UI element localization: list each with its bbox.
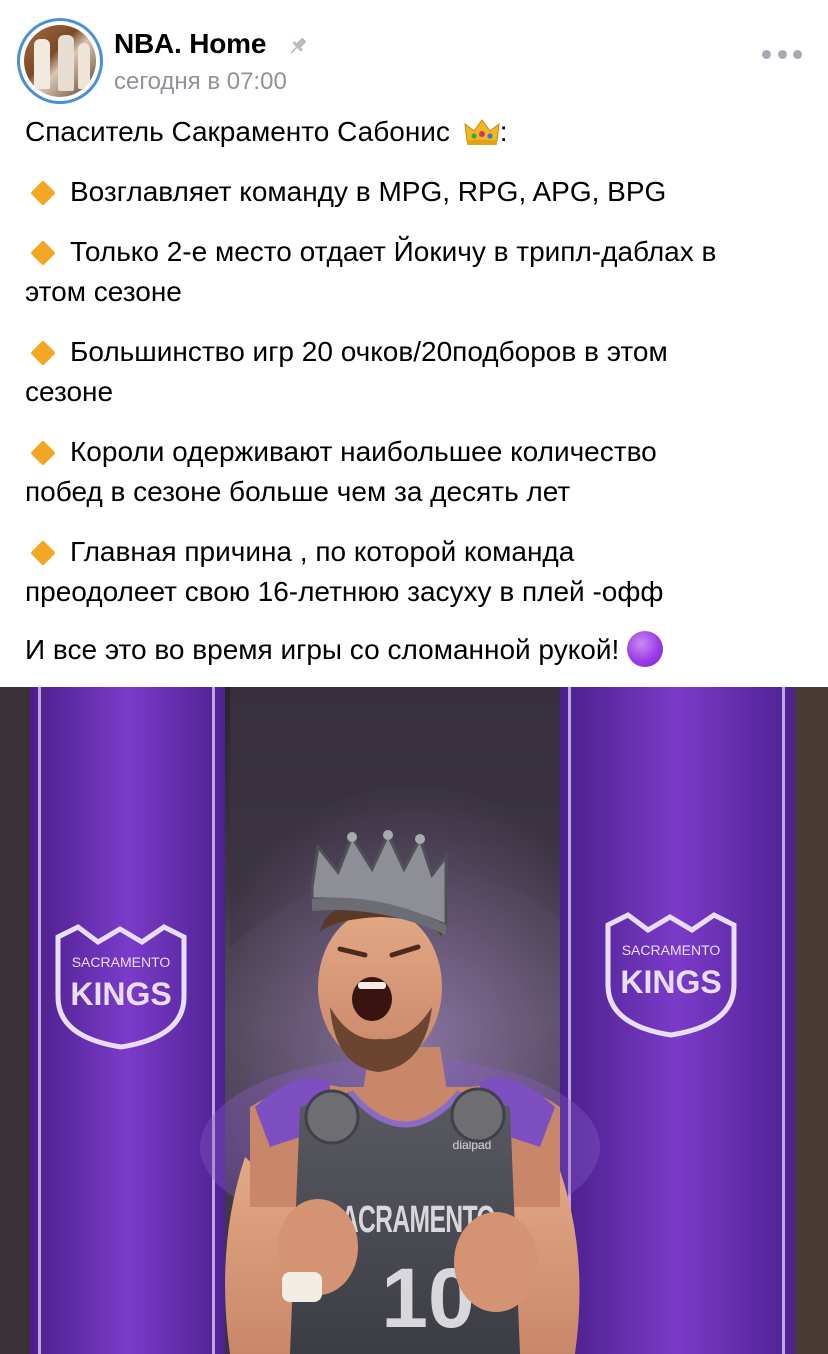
sabonis-king-illustration: SACRAMENTO KINGS SACRAMENTO KINGS SACRAM… [0, 687, 828, 1354]
orange-diamond-icon [30, 339, 56, 366]
crown-emoji-icon [464, 118, 500, 145]
avatar-image [24, 25, 96, 97]
more-dots-icon[interactable] [762, 44, 802, 64]
post-photo[interactable]: SACRAMENTO KINGS SACRAMENTO KINGS SACRAM… [0, 687, 828, 1354]
bullet-text: Большинство игр 20 очков/20подборов в эт… [70, 336, 668, 367]
bullet-item: Большинство игр 20 очков/20подборов в эт… [25, 332, 668, 372]
orange-diamond-icon [30, 539, 56, 566]
intro-suffix: : [499, 116, 508, 147]
bullet-text: Только 2-е место отдает Йокичу в трипл-д… [70, 236, 717, 267]
bullet-text: Возглавляет команду в MPG, RPG, APG, BPG [70, 176, 667, 207]
orange-diamond-icon [30, 179, 56, 206]
bullet-text-continued: побед в сезоне больше чем за десять лет [25, 476, 571, 507]
bullet-text: Короли одерживают наибольшее количество [70, 436, 657, 467]
bullet-text: Главная причина , по которой команда [70, 536, 575, 567]
svg-text:SACRAMENTO: SACRAMENTO [622, 942, 721, 958]
bullet-text-continued: этом сезоне [25, 276, 182, 307]
purple-circle-emoji-icon [627, 630, 664, 667]
post-intro: Спаситель Сакраменто Сабонис : [25, 112, 507, 152]
bullet-text-continued: преодолеет свою 16-летнюю засуху в плей … [25, 576, 664, 607]
svg-text:SACRAMENTO: SACRAMENTO [72, 954, 171, 970]
intro-text: Спаситель Сакраменто Сабонис [25, 116, 450, 147]
post-card: NBA. Home сегодня в 07:00 Спаситель Сакр… [0, 0, 828, 1354]
bullet-item: Только 2-е место отдает Йокичу в трипл-д… [25, 232, 716, 272]
group-avatar[interactable] [17, 18, 103, 104]
closing-text: И все это во время игры со сломанной рук… [25, 634, 620, 665]
post-time[interactable]: сегодня в 07:00 [114, 68, 287, 96]
post-closing: И все это во время игры со сломанной рук… [25, 630, 664, 673]
orange-diamond-icon [30, 239, 56, 266]
pin-icon [290, 37, 307, 54]
bullet-item: Возглавляет команду в MPG, RPG, APG, BPG [25, 172, 666, 212]
bullet-text-continued: сезоне [25, 376, 114, 407]
svg-text:KINGS: KINGS [70, 976, 171, 1012]
svg-text:KINGS: KINGS [620, 964, 721, 1000]
bullet-item: Короли одерживают наибольшее количество [25, 432, 657, 472]
group-name[interactable]: NBA. Home [114, 28, 266, 60]
post-header: NBA. Home сегодня в 07:00 [0, 0, 828, 105]
bullet-item: Главная причина , по которой команда [25, 532, 574, 572]
orange-diamond-icon [30, 439, 56, 466]
